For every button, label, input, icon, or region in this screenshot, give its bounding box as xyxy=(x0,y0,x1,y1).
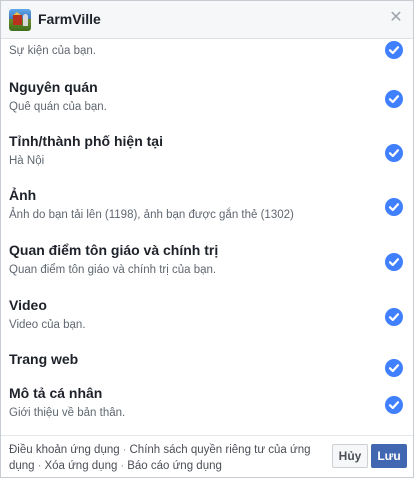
permission-row: Ảnh Ảnh do bạn tải lên (1198), ảnh bạn đư… xyxy=(1,181,413,233)
permission-description: Quan điểm tôn giáo và chính trị của bạn. xyxy=(9,264,217,276)
permission-title: Mô tả cá nhân xyxy=(9,385,103,401)
link-separator: · xyxy=(37,460,42,472)
link-separator: · xyxy=(122,444,127,456)
check-circle-icon[interactable] xyxy=(385,253,403,271)
permission-row: Mô tả cá nhân Giới thiệu về bản thân. xyxy=(1,379,413,431)
check-circle-icon[interactable] xyxy=(385,198,403,216)
check-circle-icon[interactable] xyxy=(385,308,403,326)
permission-row: Nguyên quán Quê quán của bạn. xyxy=(1,73,413,125)
dialog-footer: Điều khoản ứng dụng · Chính sách quyền riê… xyxy=(1,435,413,477)
check-circle-icon[interactable] xyxy=(385,359,403,377)
permission-description: Video của bạn. xyxy=(9,319,86,331)
check-circle-icon[interactable] xyxy=(385,90,403,108)
link-separator: · xyxy=(120,460,125,472)
farmville-app-icon xyxy=(9,9,31,31)
save-button[interactable]: Lưu xyxy=(371,444,407,468)
permission-description: Quê quán của bạn. xyxy=(9,101,107,113)
permission-description: Sự kiện của bạn. xyxy=(9,45,96,57)
check-circle-icon[interactable] xyxy=(385,41,403,59)
remove-app-link[interactable]: Xóa ứng dụng xyxy=(44,460,117,472)
permission-row: Video Video của bạn. xyxy=(1,291,413,343)
permission-row: Tỉnh/thành phố hiện tại Hà Nội xyxy=(1,127,413,179)
report-app-link[interactable]: Báo cáo ứng dụng xyxy=(127,460,222,472)
permission-title: Tỉnh/thành phố hiện tại xyxy=(9,133,163,149)
permission-title: Ảnh xyxy=(9,187,37,203)
permission-title: Trang web xyxy=(9,351,79,367)
permission-description: Ảnh do bạn tải lên (1198), ảnh bạn được … xyxy=(9,209,294,221)
permission-title: Quan điểm tôn giáo và chính trị xyxy=(9,242,219,258)
permission-description: Hà Nội xyxy=(9,155,45,167)
permission-list: Sự kiện của bạn. Nguyên quán Quê quán của … xyxy=(1,39,413,435)
cancel-button[interactable]: Hủy xyxy=(332,444,368,468)
permission-row: Quan điểm tôn giáo và chính trị Quan điểm… xyxy=(1,236,413,288)
permissions-dialog: FarmVille ✕ Sự kiện của bạn. Nguyên quán Q… xyxy=(0,0,414,478)
close-icon[interactable]: ✕ xyxy=(387,9,405,27)
check-circle-icon[interactable] xyxy=(385,396,403,414)
check-circle-icon[interactable] xyxy=(385,144,403,162)
footer-links: Điều khoản ứng dụng · Chính sách quyền riê… xyxy=(9,442,319,474)
permission-title: Nguyên quán xyxy=(9,79,98,95)
permission-description: Giới thiệu về bản thân. xyxy=(9,407,126,419)
app-title: FarmVille xyxy=(38,11,101,27)
dialog-header: FarmVille ✕ xyxy=(1,1,413,39)
permission-row: Sự kiện của bạn. xyxy=(1,39,413,73)
permission-title: Video xyxy=(9,297,47,313)
app-terms-link[interactable]: Điều khoản ứng dụng xyxy=(9,444,120,456)
